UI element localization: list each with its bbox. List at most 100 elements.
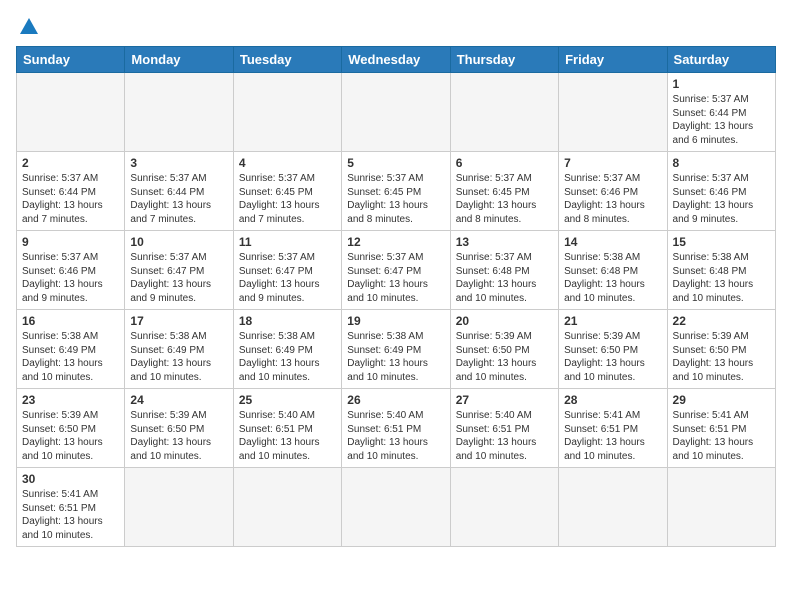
day-info: Sunrise: 5:40 AM Sunset: 6:51 PM Dayligh…: [239, 409, 336, 463]
calendar-cell: 21Sunrise: 5:39 AM Sunset: 6:50 PM Dayli…: [559, 310, 667, 389]
day-number: 22: [673, 314, 770, 328]
day-number: 23: [22, 393, 119, 407]
calendar-cell: [233, 468, 341, 547]
calendar-cell: 9 Sunrise: 5:37 AM Sunset: 6:46 PM Daylig…: [17, 231, 125, 310]
calendar-cell: 19Sunrise: 5:38 AM Sunset: 6:49 PM Dayli…: [342, 310, 450, 389]
day-info: Sunrise: 5:38 AM Sunset: 6:48 PM Dayligh…: [673, 251, 770, 305]
day-info: Sunrise: 5:38 AM Sunset: 6:49 PM Dayligh…: [239, 330, 336, 384]
day-number: 8: [673, 156, 770, 170]
calendar-cell: 28Sunrise: 5:41 AM Sunset: 6:51 PM Dayli…: [559, 389, 667, 468]
day-info: Sunrise: 5:37 AM Sunset: 6:46 PM Dayligh…: [22, 251, 119, 305]
calendar-week-row: 9 Sunrise: 5:37 AM Sunset: 6:46 PM Daylig…: [17, 231, 776, 310]
day-info: Sunrise: 5:37 AM Sunset: 6:45 PM Dayligh…: [239, 172, 336, 226]
day-number: 24: [130, 393, 227, 407]
calendar-cell: 17 Sunrise: 5:38 AM Sunset: 6:49 PM Dayli…: [125, 310, 233, 389]
day-info: Sunrise: 5:40 AM Sunset: 6:51 PM Dayligh…: [347, 409, 444, 463]
day-number: 28: [564, 393, 661, 407]
day-number: 13: [456, 235, 553, 249]
day-info: Sunrise: 5:37 AM Sunset: 6:44 PM Dayligh…: [130, 172, 227, 226]
day-info: Sunrise: 5:41 AM Sunset: 6:51 PM Dayligh…: [22, 488, 119, 542]
day-info: Sunrise: 5:40 AM Sunset: 6:51 PM Dayligh…: [456, 409, 553, 463]
calendar-cell: 18 Sunrise: 5:38 AM Sunset: 6:49 PM Dayli…: [233, 310, 341, 389]
calendar-cell: [342, 73, 450, 152]
day-info: Sunrise: 5:41 AM Sunset: 6:51 PM Dayligh…: [673, 409, 770, 463]
day-info: Sunrise: 5:39 AM Sunset: 6:50 PM Dayligh…: [130, 409, 227, 463]
day-number: 6: [456, 156, 553, 170]
calendar-table: SundayMondayTuesdayWednesdayThursdayFrid…: [16, 46, 776, 547]
logo: [16, 16, 40, 38]
calendar-cell: [17, 73, 125, 152]
calendar-cell: 25 Sunrise: 5:40 AM Sunset: 6:51 PM Dayli…: [233, 389, 341, 468]
calendar-cell: 1Sunrise: 5:37 AM Sunset: 6:44 PM Daylig…: [667, 73, 775, 152]
calendar-cell: 16Sunrise: 5:38 AM Sunset: 6:49 PM Dayli…: [17, 310, 125, 389]
calendar-cell: 15 Sunrise: 5:38 AM Sunset: 6:48 PM Dayli…: [667, 231, 775, 310]
calendar-cell: 3 Sunrise: 5:37 AM Sunset: 6:44 PM Daylig…: [125, 152, 233, 231]
calendar-cell: 12 Sunrise: 5:37 AM Sunset: 6:47 PM Dayli…: [342, 231, 450, 310]
calendar-cell: 26 Sunrise: 5:40 AM Sunset: 6:51 PM Dayli…: [342, 389, 450, 468]
day-number: 15: [673, 235, 770, 249]
col-header-tuesday: Tuesday: [233, 47, 341, 73]
col-header-wednesday: Wednesday: [342, 47, 450, 73]
calendar-cell: 10Sunrise: 5:37 AM Sunset: 6:47 PM Dayli…: [125, 231, 233, 310]
day-number: 12: [347, 235, 444, 249]
calendar-cell: 24 Sunrise: 5:39 AM Sunset: 6:50 PM Dayli…: [125, 389, 233, 468]
day-info: Sunrise: 5:37 AM Sunset: 6:47 PM Dayligh…: [130, 251, 227, 305]
calendar-cell: [233, 73, 341, 152]
day-info: Sunrise: 5:38 AM Sunset: 6:49 PM Dayligh…: [130, 330, 227, 384]
calendar-cell: [342, 468, 450, 547]
calendar-cell: 6 Sunrise: 5:37 AM Sunset: 6:45 PM Daylig…: [450, 152, 558, 231]
day-info: Sunrise: 5:37 AM Sunset: 6:47 PM Dayligh…: [347, 251, 444, 305]
day-number: 5: [347, 156, 444, 170]
day-number: 17: [130, 314, 227, 328]
day-number: 7: [564, 156, 661, 170]
day-number: 26: [347, 393, 444, 407]
calendar-cell: [125, 73, 233, 152]
calendar-week-row: 1Sunrise: 5:37 AM Sunset: 6:44 PM Daylig…: [17, 73, 776, 152]
day-number: 18: [239, 314, 336, 328]
calendar-cell: 13Sunrise: 5:37 AM Sunset: 6:48 PM Dayli…: [450, 231, 558, 310]
calendar-cell: 4 Sunrise: 5:37 AM Sunset: 6:45 PM Daylig…: [233, 152, 341, 231]
day-info: Sunrise: 5:37 AM Sunset: 6:44 PM Dayligh…: [673, 93, 770, 147]
day-number: 9: [22, 235, 119, 249]
page-header: [16, 16, 776, 38]
calendar-cell: 20 Sunrise: 5:39 AM Sunset: 6:50 PM Dayli…: [450, 310, 558, 389]
day-info: Sunrise: 5:38 AM Sunset: 6:48 PM Dayligh…: [564, 251, 661, 305]
col-header-monday: Monday: [125, 47, 233, 73]
calendar-cell: 30 Sunrise: 5:41 AM Sunset: 6:51 PM Dayli…: [17, 468, 125, 547]
calendar-week-row: 2 Sunrise: 5:37 AM Sunset: 6:44 PM Daylig…: [17, 152, 776, 231]
calendar-cell: [667, 468, 775, 547]
calendar-cell: 14 Sunrise: 5:38 AM Sunset: 6:48 PM Dayli…: [559, 231, 667, 310]
calendar-week-row: 16Sunrise: 5:38 AM Sunset: 6:49 PM Dayli…: [17, 310, 776, 389]
day-number: 11: [239, 235, 336, 249]
calendar-cell: 7Sunrise: 5:37 AM Sunset: 6:46 PM Daylig…: [559, 152, 667, 231]
day-info: Sunrise: 5:39 AM Sunset: 6:50 PM Dayligh…: [673, 330, 770, 384]
calendar-cell: [125, 468, 233, 547]
day-number: 4: [239, 156, 336, 170]
calendar-cell: 23Sunrise: 5:39 AM Sunset: 6:50 PM Dayli…: [17, 389, 125, 468]
day-info: Sunrise: 5:37 AM Sunset: 6:45 PM Dayligh…: [456, 172, 553, 226]
day-number: 30: [22, 472, 119, 486]
day-info: Sunrise: 5:37 AM Sunset: 6:44 PM Dayligh…: [22, 172, 119, 226]
calendar-cell: 22 Sunrise: 5:39 AM Sunset: 6:50 PM Dayli…: [667, 310, 775, 389]
calendar-cell: 8 Sunrise: 5:37 AM Sunset: 6:46 PM Daylig…: [667, 152, 775, 231]
logo-icon: [18, 16, 40, 38]
calendar-week-row: 30 Sunrise: 5:41 AM Sunset: 6:51 PM Dayli…: [17, 468, 776, 547]
day-number: 25: [239, 393, 336, 407]
col-header-sunday: Sunday: [17, 47, 125, 73]
day-info: Sunrise: 5:37 AM Sunset: 6:46 PM Dayligh…: [673, 172, 770, 226]
calendar-cell: 2 Sunrise: 5:37 AM Sunset: 6:44 PM Daylig…: [17, 152, 125, 231]
day-number: 20: [456, 314, 553, 328]
day-number: 14: [564, 235, 661, 249]
day-number: 3: [130, 156, 227, 170]
day-number: 19: [347, 314, 444, 328]
day-info: Sunrise: 5:37 AM Sunset: 6:47 PM Dayligh…: [239, 251, 336, 305]
calendar-header-row: SundayMondayTuesdayWednesdayThursdayFrid…: [17, 47, 776, 73]
day-number: 27: [456, 393, 553, 407]
day-info: Sunrise: 5:39 AM Sunset: 6:50 PM Dayligh…: [564, 330, 661, 384]
calendar-cell: 11 Sunrise: 5:37 AM Sunset: 6:47 PM Dayli…: [233, 231, 341, 310]
day-number: 2: [22, 156, 119, 170]
calendar-cell: 29Sunrise: 5:41 AM Sunset: 6:51 PM Dayli…: [667, 389, 775, 468]
col-header-thursday: Thursday: [450, 47, 558, 73]
day-info: Sunrise: 5:39 AM Sunset: 6:50 PM Dayligh…: [456, 330, 553, 384]
calendar-cell: 5Sunrise: 5:37 AM Sunset: 6:45 PM Daylig…: [342, 152, 450, 231]
